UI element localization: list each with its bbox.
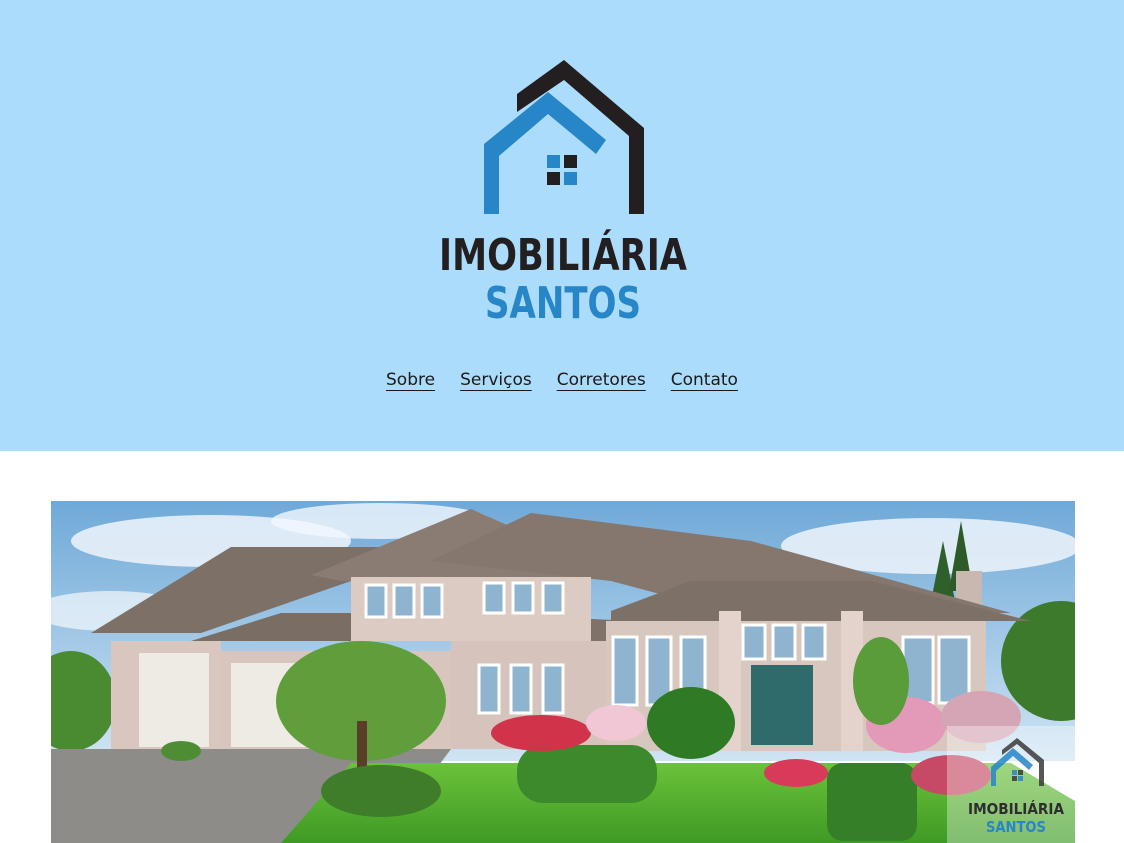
nav-link-servicos[interactable]: Serviços: [460, 370, 532, 390]
house-photo: [51, 501, 1075, 843]
hero-image: IMOBILIÁRIA SANTOS: [51, 501, 1075, 843]
site-header: IMOBILIÁRIA SANTOS Sobre Serviços Corret…: [0, 0, 1124, 451]
logo-title-line2: SANTOS: [485, 278, 641, 326]
watermark-logo: IMOBILIÁRIA SANTOS: [947, 726, 1075, 843]
watermark-line1: IMOBILIÁRIA: [968, 799, 1064, 818]
watermark-house-icon: [991, 738, 1044, 786]
watermark-line2: SANTOS: [986, 818, 1046, 836]
nav-link-corretores[interactable]: Corretores: [557, 370, 646, 390]
house-icon: [484, 60, 644, 214]
main-nav: Sobre Serviços Corretores Contato: [0, 370, 1124, 390]
nav-link-sobre[interactable]: Sobre: [386, 370, 435, 390]
logo-title-line1: IMOBILIÁRIA: [439, 228, 687, 281]
site-logo[interactable]: IMOBILIÁRIA SANTOS: [436, 56, 690, 326]
nav-link-contato[interactable]: Contato: [671, 370, 738, 390]
